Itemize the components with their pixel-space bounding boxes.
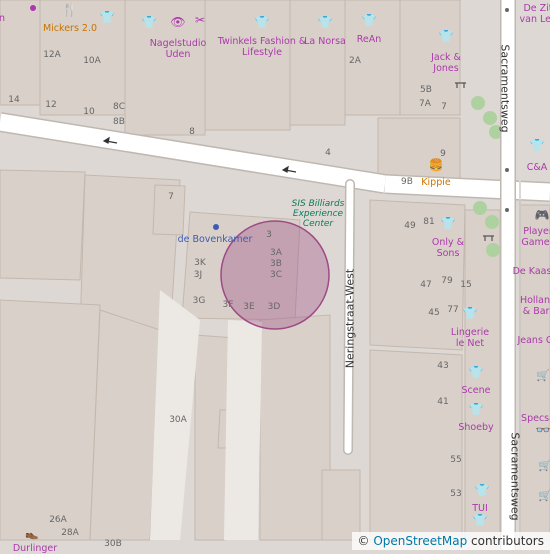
housenumber: 49: [404, 221, 416, 231]
street-neringstraat: Neringstraat-West: [343, 268, 357, 369]
poi-twinkels: Twinkels Fashion & Lifestyle: [217, 36, 307, 58]
clothes-icon-9: 👕: [462, 306, 478, 320]
housenumber: 3K: [194, 258, 206, 268]
poi-jack-jones: Jack & Jones: [431, 52, 461, 74]
housenumber: 3F: [222, 300, 234, 310]
clothes-icon-3: 👕: [254, 15, 270, 29]
housenumber: 45: [428, 308, 440, 318]
housenumber: 7: [441, 102, 447, 112]
poi-de-kaas: De Kaas: [512, 266, 550, 277]
housenumber: 81: [423, 217, 435, 227]
poi-lingerie: Lingerie le Net: [450, 327, 490, 349]
housenumber: 9: [440, 149, 446, 159]
burger-icon: 🍔: [428, 158, 444, 172]
hairdresser-icon: ✂: [194, 13, 206, 27]
gamepad-icon: 🎮: [534, 208, 550, 222]
poi-shoeby: Shoeby: [458, 422, 494, 433]
housenumber: 8: [189, 127, 195, 137]
clothes-icon-11: 👕: [468, 402, 484, 416]
housenumber: 26A: [49, 515, 67, 525]
housenumber: 9B: [401, 177, 413, 187]
street-sacramentsweg-bottom: Sacramentsweg: [508, 432, 522, 521]
housenumber: 30B: [104, 539, 122, 549]
bovenkamer-dot-icon: [213, 224, 219, 230]
housenumber: 3: [266, 230, 272, 240]
housenumber: 3J: [193, 270, 203, 280]
small-dot-icon-3: [505, 8, 509, 12]
map-attribution: © OpenStreetMap contributors: [351, 532, 550, 550]
shop-dot-icon: [30, 5, 36, 11]
housenumber: 55: [450, 455, 462, 465]
poi-tui: TUI: [472, 503, 488, 514]
clothes-icon-6: 👕: [438, 29, 454, 43]
housenumber: 5B: [420, 85, 432, 95]
housenumber: 10A: [83, 56, 101, 66]
shop-icon: 🛒: [536, 369, 550, 382]
poi-mickers: Mickers 2.0: [42, 23, 98, 34]
poi-nagelstudio: Nagelstudio Uden: [149, 38, 207, 60]
optician-icon: 👓: [535, 423, 550, 437]
poi-de-zit: De Zit van Lex: [519, 3, 550, 25]
attribution-suffix: contributors: [467, 534, 544, 548]
shop-icon-3: 🛒: [538, 489, 550, 502]
clothes-icon-5: 👕: [361, 13, 377, 27]
housenumber: 3B: [270, 259, 282, 269]
poi-de-bovenkamer: de Bovenkamer: [177, 234, 253, 245]
housenumber: 77: [447, 305, 459, 315]
poi-la-norsa: La Norsa: [304, 36, 346, 47]
poi-only-sons: Only & Sons: [431, 237, 465, 259]
attribution-prefix: ©: [357, 534, 374, 548]
housenumber: 3C: [269, 270, 283, 280]
housenumber: 2A: [349, 56, 361, 66]
clothes-icon-7: 👕: [529, 138, 545, 152]
poi-jeans-c: Jeans C: [517, 335, 550, 346]
attribution-link[interactable]: OpenStreetMap: [373, 534, 467, 548]
beauty-icon: 👁: [170, 15, 186, 29]
shop-icon-2: 🛒: [538, 459, 550, 472]
poi-durlinger: Durlinger: [12, 543, 58, 554]
shoe-icon: 👞: [25, 527, 39, 540]
clothes-icon: 👕: [99, 10, 115, 24]
clothes-icon-12: 👕: [474, 483, 490, 497]
poi-ca: C&A: [526, 162, 548, 173]
housenumber: 3D: [267, 302, 281, 312]
housenumber: 30A: [169, 415, 187, 425]
clothes-icon-10: 👕: [468, 365, 484, 379]
housenumber: 8B: [113, 117, 125, 127]
poi-top-n: n: [0, 13, 6, 24]
housenumber: 3A: [270, 248, 282, 258]
clothes-icon-8: 👕: [440, 216, 456, 230]
housenumber: 79: [441, 276, 453, 286]
poi-sis-billiards: SIS Billiards Experience Center: [291, 199, 345, 229]
housenumber: 3G: [192, 296, 206, 306]
housenumber: 7: [168, 192, 174, 202]
housenumber: 28A: [61, 528, 79, 538]
housenumber: 10: [83, 107, 95, 117]
housenumber: 53: [450, 489, 462, 499]
housenumber: 4: [325, 148, 331, 158]
small-dot-icon-2: [505, 168, 509, 172]
poi-kippie: Kippie: [421, 177, 451, 188]
poi-rean: ReAn: [356, 34, 382, 45]
housenumber: 7A: [419, 99, 431, 109]
street-sacramentsweg-top: Sacramentsweg: [498, 44, 512, 133]
housenumber: 41: [437, 397, 449, 407]
fork-knife-icon: 🍴: [61, 3, 79, 18]
housenumber: 8C: [112, 102, 126, 112]
poi-specsa: Specsa: [521, 413, 550, 424]
small-dot-icon: [505, 208, 509, 212]
clothes-icon-4: 👕: [317, 15, 333, 29]
housenumber: 47: [420, 280, 432, 290]
clothes-icon-13: 👕: [472, 513, 488, 527]
clothes-icon-2: 👕: [141, 15, 157, 29]
housenumber: 12: [45, 100, 57, 110]
poi-scene: Scene: [461, 385, 491, 396]
housenumber: 3E: [243, 302, 255, 312]
housenumber: 12A: [43, 50, 61, 60]
housenumber: 43: [437, 361, 449, 371]
housenumber: 14: [8, 95, 20, 105]
poi-holland-barr: Holland & Barr: [519, 295, 550, 317]
poi-player-games: Player Games: [521, 226, 550, 248]
housenumber: 15: [460, 280, 472, 290]
